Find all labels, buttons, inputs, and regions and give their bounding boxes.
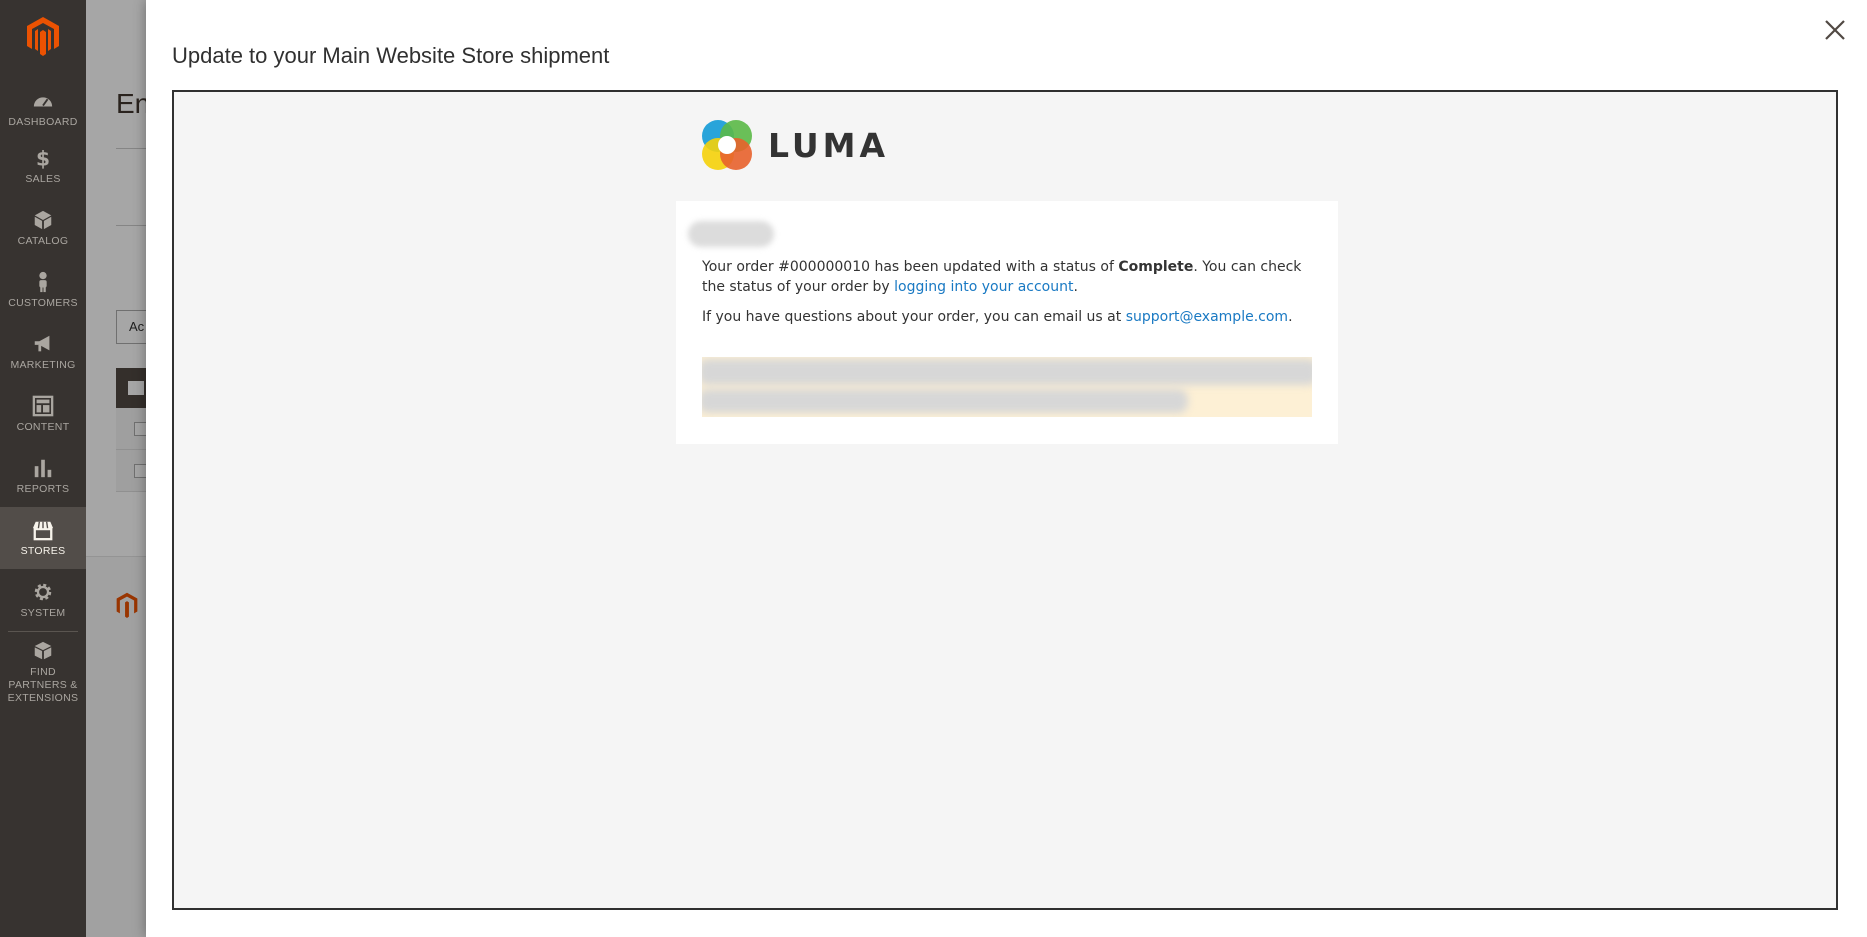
sidebar-item-label: CONTENT <box>16 420 70 433</box>
redacted-greeting <box>688 221 774 247</box>
luma-wordmark: LUMA <box>768 125 890 165</box>
sidebar-item-label: DASHBOARD <box>8 115 78 128</box>
sidebar-item-label: SYSTEM <box>20 606 66 619</box>
megaphone-icon <box>34 335 50 351</box>
sidebar-item-reports[interactable]: REPORTS <box>0 445 86 507</box>
sidebar-item-stores[interactable]: STORES <box>0 507 86 569</box>
sidebar-item-dashboard[interactable]: DASHBOARD <box>0 78 86 140</box>
email-message: Your order #000000010 has been updated w… <box>702 257 1322 337</box>
support-paragraph: If you have questions about your order, … <box>702 307 1322 327</box>
dashboard-icon <box>33 96 53 106</box>
extensions-icon <box>34 641 52 659</box>
status-text-end: . <box>1073 279 1078 295</box>
order-status: Complete <box>1118 259 1194 275</box>
sidebar-item-label: MARKETING <box>10 358 76 371</box>
sidebar-item-marketing[interactable]: MARKETING <box>0 321 86 383</box>
sidebar-item-find-partners[interactable]: FIND PARTNERS & EXTENSIONS <box>0 637 86 707</box>
close-button[interactable] <box>1821 16 1849 44</box>
sidebar-item-label: STORES <box>20 544 66 557</box>
dollar-icon: $ <box>36 147 50 169</box>
sidebar-item-content[interactable]: CONTENT <box>0 383 86 445</box>
sidebar-item-label: CUSTOMERS <box>8 296 78 309</box>
close-icon <box>1825 20 1845 40</box>
box-icon <box>34 210 52 229</box>
person-icon <box>39 271 47 292</box>
status-text-pre: Your order #000000010 has been updated w… <box>702 259 1119 275</box>
sidebar-item-sales[interactable]: $ SALES <box>0 135 86 197</box>
magento-logo-icon <box>27 17 59 56</box>
email-body-card: Your order #000000010 has been updated w… <box>676 201 1338 444</box>
email-preview-modal: Update to your Main Website Store shipme… <box>146 0 1867 937</box>
redacted-text <box>702 389 1188 413</box>
support-email-link[interactable]: support@example.com <box>1126 309 1288 325</box>
sidebar-item-system[interactable]: SYSTEM <box>0 569 86 631</box>
bar-chart-icon <box>34 459 52 477</box>
sidebar-item-label: SALES <box>25 172 61 185</box>
redacted-text <box>702 359 1312 385</box>
layout-icon <box>32 395 54 416</box>
modal-title: Update to your Main Website Store shipme… <box>172 43 610 68</box>
sidebar-item-label: FIND PARTNERS & EXTENSIONS <box>7 665 79 704</box>
support-text-end: . <box>1288 309 1293 325</box>
login-account-link[interactable]: logging into your account <box>894 279 1073 295</box>
sidebar-item-customers[interactable]: CUSTOMERS <box>0 259 86 321</box>
magento-logo[interactable] <box>0 0 86 72</box>
luma-logo-icon <box>702 120 752 170</box>
svg-text:$: $ <box>36 147 50 169</box>
sidebar-item-catalog[interactable]: CATALOG <box>0 197 86 259</box>
status-update-paragraph: Your order #000000010 has been updated w… <box>702 257 1322 297</box>
sidebar-item-label: REPORTS <box>16 482 70 495</box>
admin-sidebar: DASHBOARD $ SALES CATALOG CUSTOMERS MARK… <box>0 0 86 937</box>
sidebar-item-label: CATALOG <box>17 234 69 247</box>
email-preview-frame: LUMA Your order #000000010 has been upda… <box>172 90 1838 910</box>
gear-icon <box>34 583 52 600</box>
support-text-pre: If you have questions about your order, … <box>702 309 1126 325</box>
luma-logo: LUMA <box>700 118 889 172</box>
sidebar-separator <box>8 631 78 632</box>
store-icon <box>32 521 54 540</box>
redacted-comment-box <box>702 357 1312 417</box>
